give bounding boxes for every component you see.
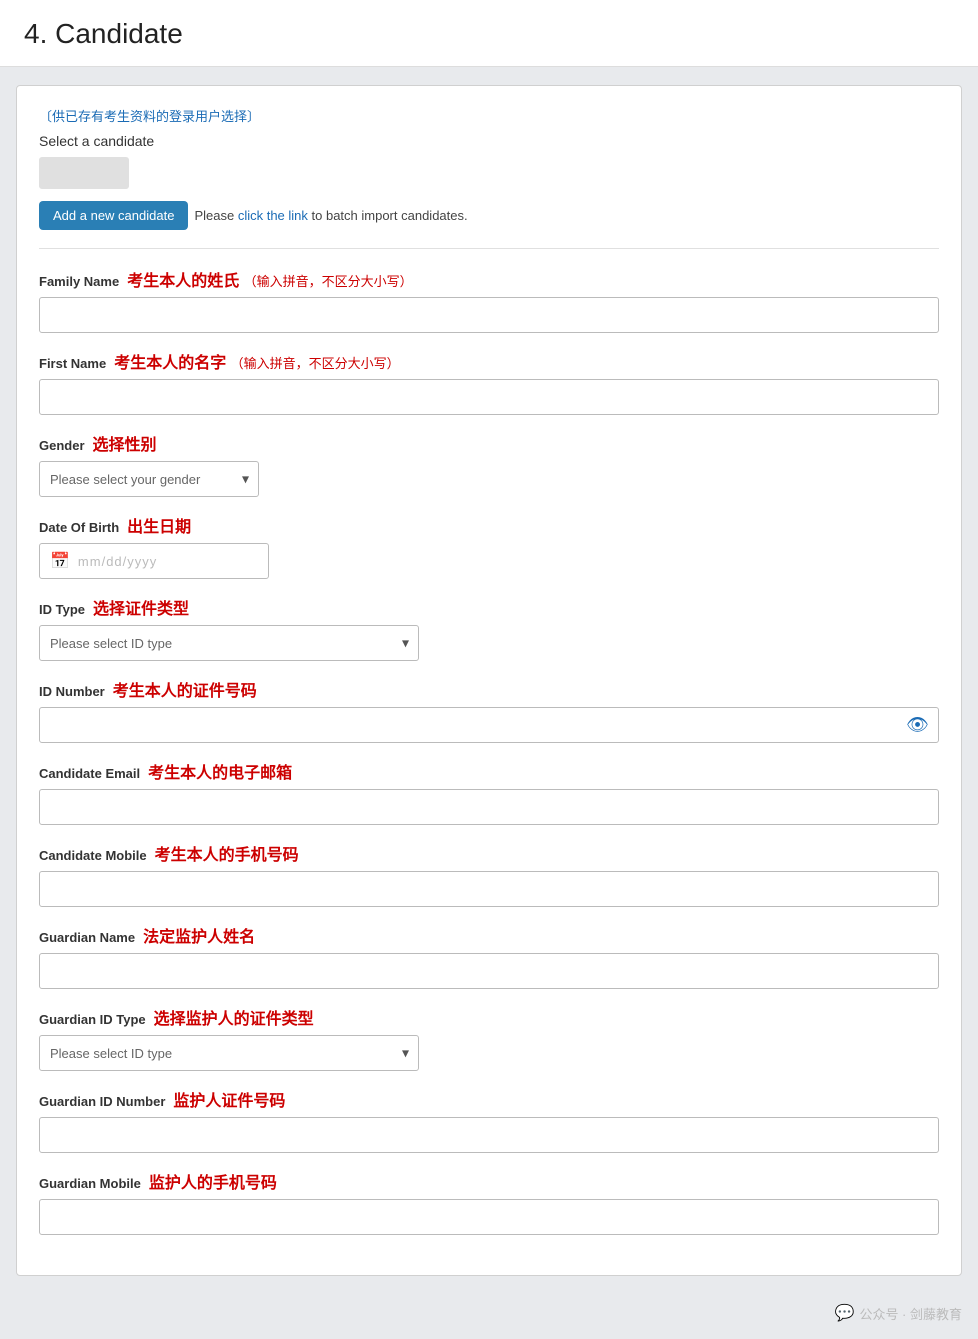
candidate-email-input[interactable] xyxy=(39,789,939,825)
family-name-label-en: Family Name xyxy=(39,274,119,289)
gender-label-en: Gender xyxy=(39,438,85,453)
guardian-mobile-group: Guardian Mobile 监护人的手机号码 xyxy=(39,1169,939,1235)
first-name-label-cn: 考生本人的名字 （输入拼音，不区分大小写） xyxy=(114,349,399,373)
gender-group: Gender 选择性别 Please select your gender Ma… xyxy=(39,431,939,497)
candidate-mobile-label-row: Candidate Mobile 考生本人的手机号码 xyxy=(39,841,939,865)
id-number-label-cn: 考生本人的证件号码 xyxy=(113,677,257,701)
gender-label-cn: 选择性别 xyxy=(93,431,157,455)
page-header: 4. Candidate xyxy=(0,0,978,67)
eye-icon[interactable]: 👁 xyxy=(906,715,929,736)
family-name-label-row: Family Name 考生本人的姓氏 （输入拼音，不区分大小写） xyxy=(39,267,939,291)
dob-input-wrapper[interactable]: 📅 mm/dd/yyyy xyxy=(39,543,269,579)
select-candidate-label: Select a candidate xyxy=(39,133,939,149)
id-type-label-cn: 选择证件类型 xyxy=(93,595,189,619)
first-name-input[interactable] xyxy=(39,379,939,415)
candidate-email-label-cn: 考生本人的电子邮箱 xyxy=(148,759,292,783)
calendar-icon: 📅 xyxy=(50,551,70,571)
guardian-mobile-label-en: Guardian Mobile xyxy=(39,1176,141,1191)
guardian-name-input[interactable] xyxy=(39,953,939,989)
guardian-name-label-row: Guardian Name 法定监护人姓名 xyxy=(39,923,939,947)
candidate-select-box xyxy=(39,157,129,189)
guardian-id-type-select-wrapper: Please select ID type xyxy=(39,1035,419,1071)
id-number-label-en: ID Number xyxy=(39,684,105,699)
guardian-id-number-group: Guardian ID Number 监护人证件号码 xyxy=(39,1087,939,1153)
id-number-input-wrapper: 👁 xyxy=(39,707,939,743)
page-title: 4. Candidate xyxy=(24,18,954,50)
divider-1 xyxy=(39,248,939,249)
id-type-select-wrapper: Please select ID type xyxy=(39,625,419,661)
candidate-email-label-row: Candidate Email 考生本人的电子邮箱 xyxy=(39,759,939,783)
batch-import-link[interactable]: click the link xyxy=(238,208,308,223)
gender-select[interactable]: Please select your gender Male Female xyxy=(39,461,259,497)
guardian-name-label-cn: 法定监护人姓名 xyxy=(143,923,255,947)
guardian-name-label-en: Guardian Name xyxy=(39,930,135,945)
id-type-select[interactable]: Please select ID type xyxy=(39,625,419,661)
id-type-group: ID Type 选择证件类型 Please select ID type xyxy=(39,595,939,661)
id-number-input[interactable] xyxy=(39,707,939,743)
id-number-group: ID Number 考生本人的证件号码 👁 xyxy=(39,677,939,743)
guardian-id-type-label-en: Guardian ID Type xyxy=(39,1012,146,1027)
candidate-mobile-label-cn: 考生本人的手机号码 xyxy=(155,841,299,865)
guardian-id-number-label-cn: 监护人证件号码 xyxy=(173,1087,285,1111)
candidate-mobile-input[interactable] xyxy=(39,871,939,907)
main-content: 〔供已存有考生资料的登录用户选择〕 Select a candidate Add… xyxy=(0,67,978,1294)
id-type-label-en: ID Type xyxy=(39,602,85,617)
guardian-mobile-input[interactable] xyxy=(39,1199,939,1235)
guardian-id-type-select[interactable]: Please select ID type xyxy=(39,1035,419,1071)
gender-select-wrapper: Please select your gender Male Female xyxy=(39,461,259,497)
id-number-label-row: ID Number 考生本人的证件号码 xyxy=(39,677,939,701)
existing-candidate-note[interactable]: 〔供已存有考生资料的登录用户选择〕 xyxy=(39,106,260,125)
candidate-card: 〔供已存有考生资料的登录用户选择〕 Select a candidate Add… xyxy=(16,85,962,1276)
guardian-name-group: Guardian Name 法定监护人姓名 xyxy=(39,923,939,989)
candidate-email-group: Candidate Email 考生本人的电子邮箱 xyxy=(39,759,939,825)
gender-label-row: Gender 选择性别 xyxy=(39,431,939,455)
candidate-email-label-en: Candidate Email xyxy=(39,766,140,781)
wechat-icon: 💬 xyxy=(835,1303,855,1323)
watermark: 💬 公众号 · 剑藤教育 xyxy=(835,1303,962,1323)
guardian-id-type-label-cn: 选择监护人的证件类型 xyxy=(154,1005,314,1029)
watermark-text: 公众号 · 剑藤教育 xyxy=(859,1304,962,1323)
family-name-group: Family Name 考生本人的姓氏 （输入拼音，不区分大小写） xyxy=(39,267,939,333)
guardian-mobile-label-cn: 监护人的手机号码 xyxy=(149,1169,277,1193)
id-type-label-row: ID Type 选择证件类型 xyxy=(39,595,939,619)
dob-label-cn: 出生日期 xyxy=(127,513,191,537)
family-name-input[interactable] xyxy=(39,297,939,333)
guardian-id-number-label-row: Guardian ID Number 监护人证件号码 xyxy=(39,1087,939,1111)
candidate-mobile-label-en: Candidate Mobile xyxy=(39,848,147,863)
candidate-mobile-group: Candidate Mobile 考生本人的手机号码 xyxy=(39,841,939,907)
dob-label-row: Date Of Birth 出生日期 xyxy=(39,513,939,537)
first-name-group: First Name 考生本人的名字 （输入拼音，不区分大小写） xyxy=(39,349,939,415)
dob-group: Date Of Birth 出生日期 📅 mm/dd/yyyy xyxy=(39,513,939,579)
dob-label-en: Date Of Birth xyxy=(39,520,119,535)
guardian-mobile-label-row: Guardian Mobile 监护人的手机号码 xyxy=(39,1169,939,1193)
guardian-id-number-label-en: Guardian ID Number xyxy=(39,1094,165,1109)
family-name-label-cn: 考生本人的姓氏 （输入拼音，不区分大小写） xyxy=(127,267,412,291)
import-text: Please click the link to batch import ca… xyxy=(194,208,467,223)
dob-placeholder: mm/dd/yyyy xyxy=(78,554,157,569)
first-name-label-en: First Name xyxy=(39,356,106,371)
add-new-candidate-button[interactable]: Add a new candidate xyxy=(39,201,188,230)
guardian-id-number-input[interactable] xyxy=(39,1117,939,1153)
guardian-id-type-label-row: Guardian ID Type 选择监护人的证件类型 xyxy=(39,1005,939,1029)
first-name-label-row: First Name 考生本人的名字 （输入拼音，不区分大小写） xyxy=(39,349,939,373)
guardian-id-type-group: Guardian ID Type 选择监护人的证件类型 Please selec… xyxy=(39,1005,939,1071)
